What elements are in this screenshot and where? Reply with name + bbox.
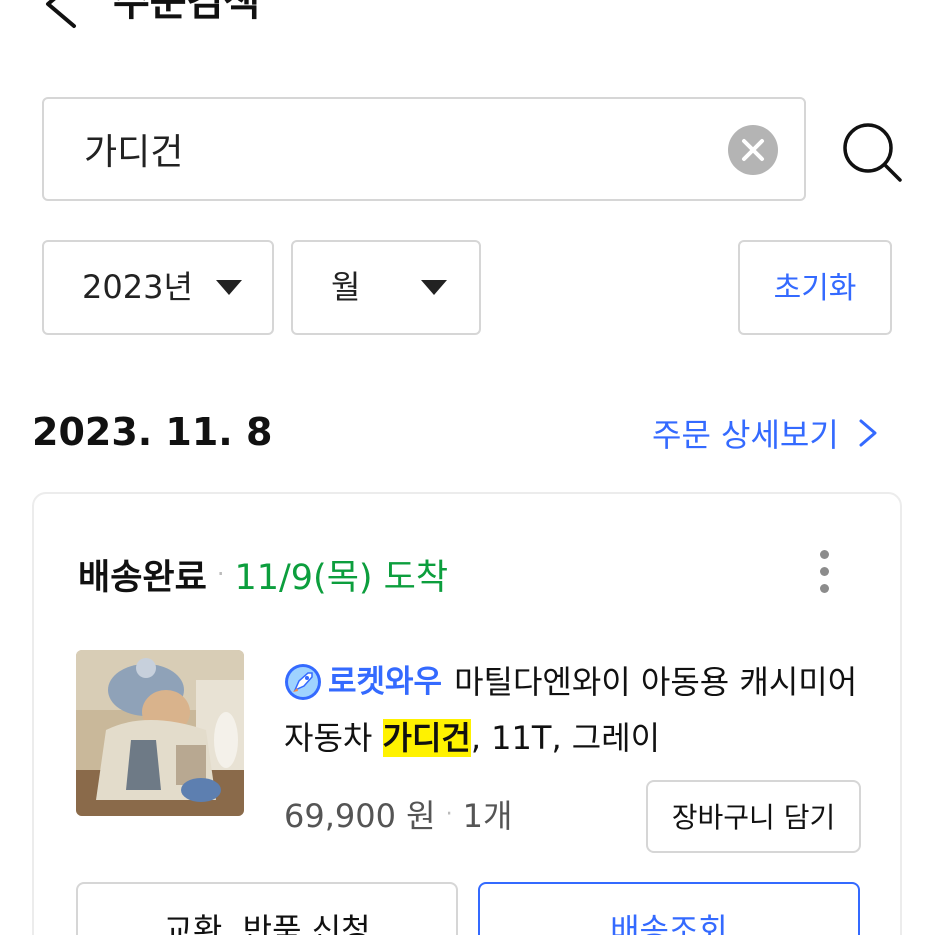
chevron-left-icon [46, 0, 76, 28]
page-title: 주문검색 [113, 0, 261, 25]
product-quantity: 1개 [462, 797, 513, 835]
arrival-date: 11/9(목) 도착 [234, 557, 449, 598]
separator-dot: · [445, 801, 453, 827]
caret-down-icon [421, 280, 447, 295]
add-to-cart-button[interactable]: 장바구니 담기 [646, 780, 861, 853]
search-input[interactable] [84, 99, 704, 199]
month-select[interactable]: 월 [291, 240, 481, 335]
month-select-label: 월 [331, 268, 361, 306]
product-price: 69,900 원 [284, 797, 436, 835]
year-select[interactable]: 2023년 [42, 240, 274, 335]
caret-down-icon [216, 280, 242, 295]
order-date: 2023. 11. 8 [32, 410, 273, 454]
exchange-return-button[interactable]: 교환, 반품 신청 [76, 882, 458, 935]
order-detail-label: 주문 상세보기 [652, 415, 839, 454]
clear-search-button[interactable] [728, 125, 778, 175]
search-highlight: 가디건 [382, 719, 471, 757]
order-search-page: 주문검색 2023년 월 초기화 2023. 11. 8 주문 상세보기 [0, 0, 935, 935]
product-info: 로켓와우 마틸다엔와이 아동용 캐시미어 자동차 가디건, 11T, 그레이 [284, 654, 864, 766]
delivery-status-row: 배송완료 · 11/9(목) 도착 [78, 544, 448, 604]
separator-dot: · [216, 560, 225, 588]
rocket-wow-label: 로켓와우 [328, 664, 443, 700]
order-detail-link[interactable]: 주문 상세보기 [652, 405, 879, 460]
order-card: 배송완료 · 11/9(목) 도착 로켓와우 마틸다엔와이 아동용 캐시미어 자… [32, 492, 902, 935]
chevron-right-icon [859, 419, 877, 446]
track-delivery-button[interactable]: 배송조회 [478, 882, 860, 935]
more-dots-icon [819, 550, 829, 559]
product-image[interactable] [76, 650, 244, 816]
search-icon [843, 123, 902, 182]
year-select-label: 2023년 [82, 268, 193, 306]
delivery-status: 배송완료 [78, 557, 207, 598]
search-box [42, 97, 806, 201]
header: 주문검색 [0, 0, 935, 40]
back-button[interactable] [30, 0, 80, 30]
product-name[interactable]: 로켓와우 마틸다엔와이 아동용 캐시미어 자동차 가디건, 11T, 그레이 [284, 654, 864, 766]
product-photo-icon [76, 650, 244, 816]
reset-button[interactable]: 초기화 [738, 240, 892, 335]
more-options-button[interactable] [814, 550, 834, 598]
rocket-icon [285, 664, 321, 700]
search-button[interactable] [836, 114, 906, 184]
rocket-wow-badge: 로켓와우 [284, 654, 454, 710]
price-row: 69,900 원 · 1개 [284, 789, 512, 839]
product-name-suffix: , 11T, 그레이 [470, 719, 661, 757]
close-icon [742, 139, 764, 161]
